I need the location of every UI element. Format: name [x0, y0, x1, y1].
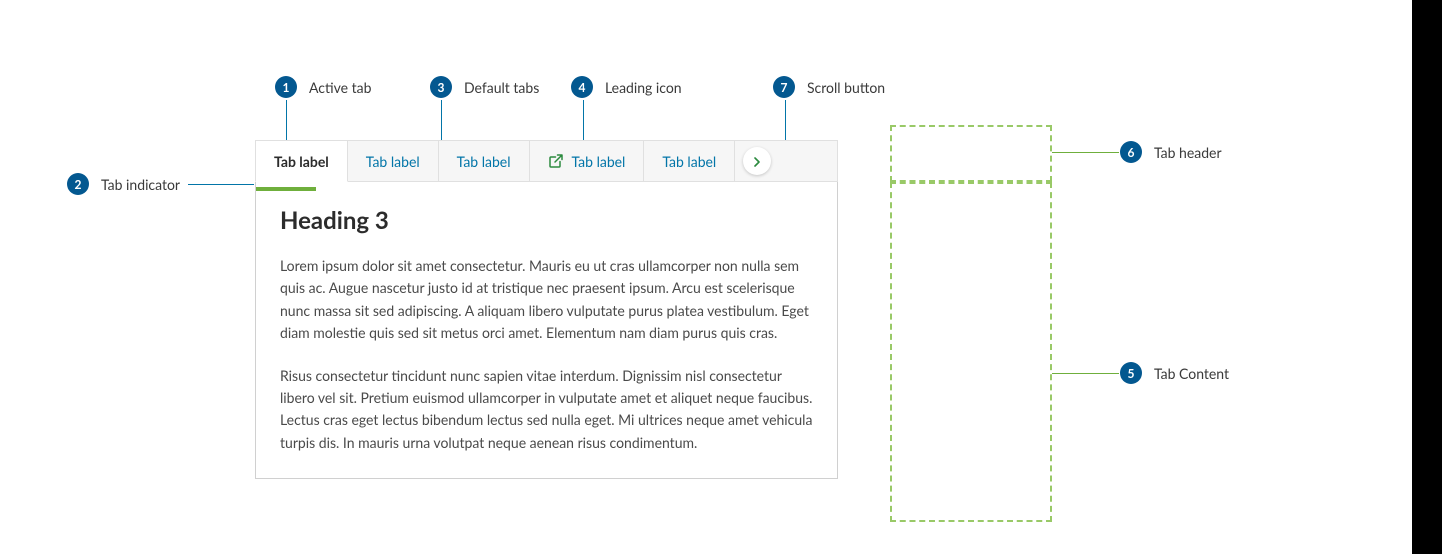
- annotation-scroll-button: 7 Scroll button: [773, 76, 885, 98]
- connector-2: [188, 184, 254, 185]
- annotation-badge-3: 3: [430, 76, 452, 98]
- annotation-badge-4: 4: [571, 76, 593, 98]
- connector-3: [441, 100, 442, 140]
- tab-label-2: Tab label: [457, 153, 511, 170]
- tab-default-1[interactable]: Tab label: [348, 141, 439, 181]
- tabs-component: Tab label Tab label Tab label Tab label …: [255, 140, 838, 479]
- annotation-label-2: Tab indicator: [101, 176, 180, 193]
- tab-header: Tab label Tab label Tab label Tab label …: [255, 140, 838, 182]
- annotation-active-tab: 1 Active tab: [275, 76, 371, 98]
- annotation-label-6: Tab header: [1154, 144, 1222, 161]
- annotation-badge-1: 1: [275, 76, 297, 98]
- tab-default-2[interactable]: Tab label: [439, 141, 530, 181]
- annotation-label-5: Tab Content: [1154, 365, 1229, 382]
- annotation-badge-6: 6: [1120, 141, 1142, 163]
- tab-with-icon[interactable]: Tab label: [530, 141, 645, 181]
- connector-6: [1052, 152, 1119, 153]
- tab-label-3: Tab label: [572, 153, 626, 170]
- annotation-label-1: Active tab: [309, 79, 371, 96]
- tab-content: Heading 3 Lorem ipsum dolor sit amet con…: [255, 182, 838, 479]
- scroll-right-button[interactable]: [743, 147, 771, 175]
- annotation-label-7: Scroll button: [807, 79, 885, 96]
- annotation-tab-indicator: 2 Tab indicator: [67, 173, 180, 195]
- annotation-badge-7: 7: [773, 76, 795, 98]
- dashed-tab-content-box: [890, 182, 1052, 522]
- connector-1: [286, 100, 287, 140]
- tab-label-1: Tab label: [366, 153, 420, 170]
- annotation-tab-header: 6 Tab header: [1120, 141, 1222, 163]
- tab-active[interactable]: Tab label: [255, 140, 348, 182]
- connector-4: [583, 100, 584, 140]
- tab-label-4: Tab label: [662, 153, 716, 170]
- connector-7: [785, 100, 786, 140]
- annotation-label-3: Default tabs: [464, 79, 539, 96]
- connector-5: [1052, 373, 1119, 374]
- external-link-icon: [548, 153, 564, 169]
- content-paragraph-1: Lorem ipsum dolor sit amet consectetur. …: [280, 255, 813, 345]
- tab-default-4[interactable]: Tab label: [644, 141, 735, 181]
- annotation-label-4: Leading icon: [605, 79, 682, 96]
- annotation-default-tabs: 3 Default tabs: [430, 76, 539, 98]
- content-heading: Heading 3: [280, 206, 813, 235]
- tab-label-0: Tab label: [274, 153, 329, 170]
- content-paragraph-2: Risus consectetur tincidunt nunc sapien …: [280, 365, 813, 455]
- dashed-tab-header-box: [890, 125, 1052, 182]
- right-black-sidebar: [1412, 0, 1442, 554]
- annotation-badge-5: 5: [1120, 362, 1142, 384]
- annotation-badge-2: 2: [67, 173, 89, 195]
- annotation-tab-content: 5 Tab Content: [1120, 362, 1229, 384]
- annotation-leading-icon: 4 Leading icon: [571, 76, 682, 98]
- chevron-right-icon: [752, 152, 762, 171]
- tab-indicator: [256, 187, 316, 191]
